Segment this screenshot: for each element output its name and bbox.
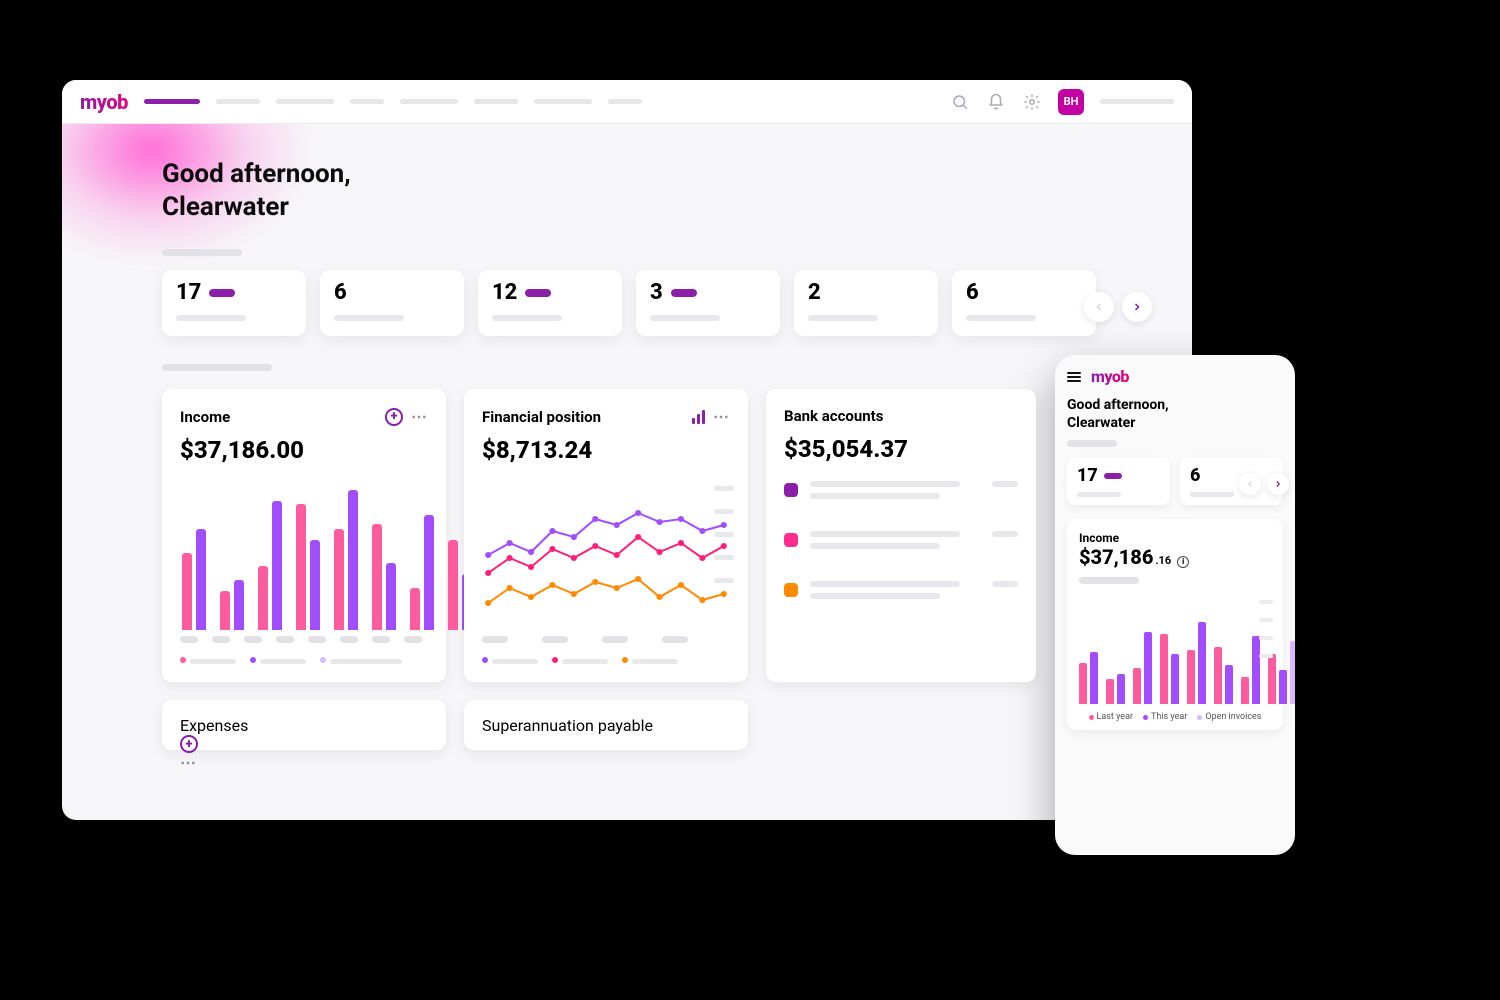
nav-item[interactable]: [474, 99, 518, 104]
user-name-placeholder: [1100, 99, 1174, 104]
chart-icon[interactable]: [692, 410, 705, 424]
metric-badge: [209, 289, 235, 297]
card-title: Superannuation payable: [482, 716, 730, 735]
bank-account-row[interactable]: [784, 531, 1018, 555]
bank-account-row[interactable]: [784, 481, 1018, 505]
bank-amount: $35,054.37: [784, 435, 1018, 463]
metric-card[interactable]: 2: [794, 270, 938, 336]
metric-card[interactable]: 3: [636, 270, 780, 336]
account-color-swatch: [784, 533, 798, 547]
desktop-window: myob BH Good afternoon, Clearwater: [62, 80, 1192, 820]
nav-item[interactable]: [608, 99, 642, 104]
financial-amount: $8,713.24: [482, 436, 730, 464]
metric-value: 3: [650, 280, 663, 305]
mobile-metrics-prev[interactable]: [1239, 473, 1261, 495]
superannuation-card[interactable]: Superannuation payable: [464, 700, 748, 750]
metrics-next-button[interactable]: [1122, 292, 1152, 322]
card-title: Expenses: [180, 716, 428, 735]
financial-legend: [482, 649, 730, 668]
more-icon[interactable]: ⋯: [180, 753, 197, 772]
income-card[interactable]: Income + ⋯ $37,186.00: [162, 389, 446, 682]
income-legend: [180, 649, 428, 668]
bank-account-row[interactable]: [784, 581, 1018, 605]
metric-card[interactable]: 6: [320, 270, 464, 336]
more-icon[interactable]: ⋯: [713, 407, 730, 426]
section-label-placeholder: [162, 249, 242, 256]
expenses-card[interactable]: Expenses + ⋯: [162, 700, 446, 750]
metric-badge: [525, 289, 551, 297]
income-bar-chart: [180, 480, 428, 630]
card-title: Financial position: [482, 408, 684, 426]
income-amount: $37,186.00: [180, 436, 428, 464]
nav-item[interactable]: [534, 99, 592, 104]
section-label-placeholder: [162, 364, 272, 371]
financial-line-chart: [482, 480, 730, 630]
metric-card[interactable]: 17: [162, 270, 306, 336]
mobile-metrics-next[interactable]: [1267, 473, 1289, 495]
metric-strip: 17 6 12 3 2 6: [162, 270, 1152, 336]
greeting-line-2: Clearwater: [162, 191, 1152, 224]
bank-accounts-card[interactable]: Bank accounts $35,054.37: [766, 389, 1036, 682]
account-color-swatch: [784, 583, 798, 597]
gear-icon[interactable]: [1022, 92, 1042, 112]
add-icon[interactable]: +: [385, 408, 403, 426]
metrics-prev-button[interactable]: [1084, 292, 1114, 322]
top-nav: myob BH: [62, 80, 1192, 124]
nav-item[interactable]: [350, 99, 384, 104]
metric-value: 6: [334, 280, 347, 305]
card-title: Income: [180, 408, 377, 426]
page-greeting: Good afternoon, Clearwater: [162, 158, 1152, 223]
card-title: Bank accounts: [784, 407, 1018, 425]
metric-card[interactable]: 6: [952, 270, 1096, 336]
metric-card[interactable]: 12: [478, 270, 622, 336]
metric-value: 2: [808, 280, 821, 305]
financial-position-card[interactable]: Financial position ⋯ $8,713.24: [464, 389, 748, 682]
nav-item-active[interactable]: [144, 99, 200, 104]
metric-value: 6: [966, 280, 979, 305]
avatar[interactable]: BH: [1058, 89, 1084, 115]
add-icon[interactable]: +: [180, 735, 198, 753]
nav-item[interactable]: [216, 99, 260, 104]
bell-icon[interactable]: [986, 92, 1006, 112]
greeting-line-1: Good afternoon,: [162, 158, 1152, 191]
metric-value: 12: [492, 280, 517, 305]
nav-item[interactable]: [400, 99, 458, 104]
account-color-swatch: [784, 483, 798, 497]
search-icon[interactable]: [950, 92, 970, 112]
metric-value: 17: [176, 280, 201, 305]
brand-logo[interactable]: myob: [80, 90, 128, 114]
nav-item[interactable]: [276, 99, 334, 104]
more-icon[interactable]: ⋯: [411, 407, 428, 426]
metric-badge: [671, 289, 697, 297]
